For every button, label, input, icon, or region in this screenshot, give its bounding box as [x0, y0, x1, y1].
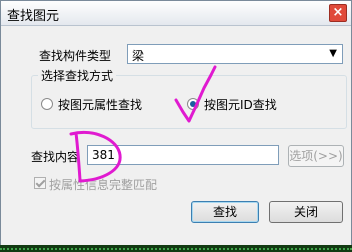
radio-by-id[interactable]: [187, 98, 199, 110]
component-type-value: 梁: [132, 49, 145, 63]
radio-by-attribute-label[interactable]: 按图元属性查找: [58, 96, 142, 113]
radio-by-id-label[interactable]: 按图元ID查找: [204, 96, 277, 113]
full-match-checkbox[interactable]: [34, 177, 46, 189]
search-method-legend: 选择查找方式: [38, 67, 117, 84]
options-button[interactable]: 选项(>>): [288, 145, 344, 167]
chevron-down-icon[interactable]: ▼: [329, 48, 337, 59]
search-content-input[interactable]: 381: [87, 145, 279, 165]
radio-by-attribute[interactable]: [41, 98, 53, 110]
find-element-dialog: 查找图元 × 查找构件类型 梁 ▼ 选择查找方式 按图元属性查找 按图元ID查找…: [0, 0, 352, 246]
component-type-label: 查找构件类型: [39, 49, 112, 63]
close-icon[interactable]: ×: [329, 4, 347, 22]
full-match-label: 按属性信息完整匹配: [49, 178, 158, 192]
title-bar: 查找图元 ×: [1, 1, 351, 26]
close-button[interactable]: 关闭: [269, 201, 343, 223]
background-strip-line: [0, 248, 352, 250]
find-button[interactable]: 查找: [191, 201, 259, 223]
search-content-value: 381: [92, 148, 115, 162]
search-content-label: 查找内容: [31, 150, 80, 164]
window-title: 查找图元: [7, 9, 60, 24]
component-type-select[interactable]: 梁 ▼: [127, 44, 343, 64]
